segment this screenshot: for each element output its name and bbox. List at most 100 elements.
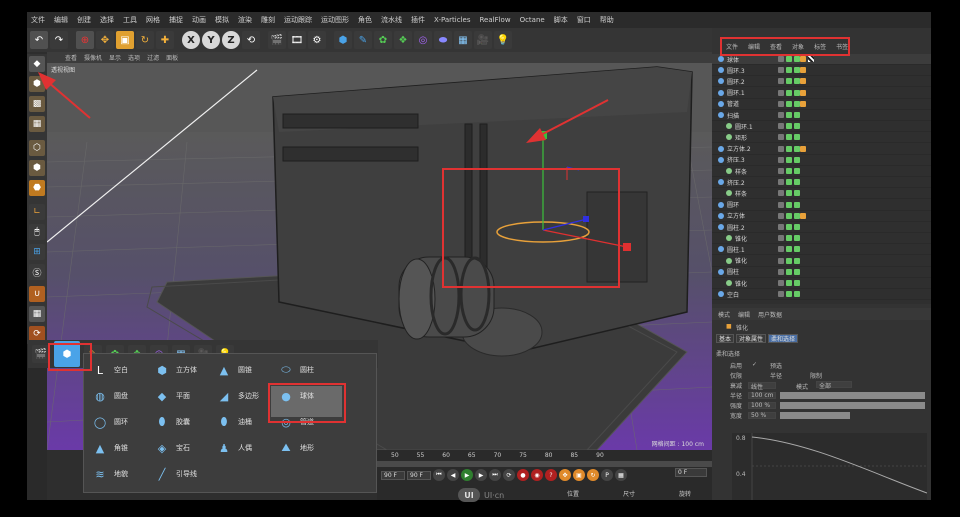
next-key-button[interactable]: ▶: [475, 469, 487, 481]
viewport-menu-item-2[interactable]: 显示: [109, 53, 121, 62]
popup-item-figure[interactable]: ♟ 人偶: [216, 440, 252, 456]
object-visibility-toggles[interactable]: [778, 89, 800, 96]
popup-item-null[interactable]: L 空白: [92, 362, 128, 378]
enabled-check-icon[interactable]: [786, 156, 792, 163]
cube-object-button[interactable]: ⬢: [334, 31, 352, 49]
popup-item-capsule[interactable]: ⬮ 胶囊: [154, 414, 190, 430]
param-key-button[interactable]: P: [601, 469, 613, 481]
grid-button[interactable]: ▦: [29, 306, 45, 322]
array-button[interactable]: ❖: [394, 31, 412, 49]
object-manager-menu-item-5[interactable]: 书签: [836, 42, 848, 52]
redo-button[interactable]: ↷: [50, 31, 68, 49]
timeline-tick-0[interactable]: 50: [391, 452, 399, 461]
menu-item-12[interactable]: 运动图形: [321, 15, 349, 25]
object-row[interactable]: 样条: [712, 188, 931, 200]
editor-visibility-dot[interactable]: [778, 168, 784, 174]
tag-icon[interactable]: [800, 56, 806, 62]
attr-row-field[interactable]: 50 %: [748, 412, 776, 419]
object-row[interactable]: 圆柱.2: [712, 222, 931, 233]
object-visibility-toggles[interactable]: [778, 268, 800, 275]
enabled-check-icon[interactable]: [786, 201, 792, 208]
attr-row-slider[interactable]: [780, 392, 925, 399]
coord-header-2[interactable]: 旋转: [679, 489, 691, 498]
render-settings-button[interactable]: ⚙: [308, 31, 326, 49]
menu-item-13[interactable]: 角色: [358, 15, 372, 25]
menu-item-9[interactable]: 渲染: [238, 15, 252, 25]
menu-item-7[interactable]: 动画: [192, 15, 206, 25]
object-row[interactable]: 锥化: [712, 256, 931, 267]
object-row[interactable]: 挤压.2: [712, 177, 931, 189]
editor-visibility-dot[interactable]: [778, 112, 784, 118]
editor-visibility-dot[interactable]: [778, 134, 784, 141]
y-axis-button[interactable]: Y: [202, 31, 220, 49]
render-check-icon[interactable]: [794, 257, 800, 264]
go-to-end-button[interactable]: ⏭: [489, 469, 501, 481]
object-row[interactable]: 圆环: [712, 200, 931, 211]
render-check-icon[interactable]: [794, 179, 800, 186]
attribute-menu-item-1[interactable]: 编辑: [738, 310, 750, 319]
recent-tool-button[interactable]: ✚: [156, 31, 174, 49]
workplane-button[interactable]: ▦: [29, 116, 45, 132]
menu-item-14[interactable]: 流水线: [381, 15, 402, 25]
axis-mode-button[interactable]: ∟: [29, 204, 45, 220]
object-manager-menu-item-3[interactable]: 对象: [792, 42, 804, 52]
play-button[interactable]: ▶: [461, 469, 473, 481]
object-row[interactable]: 样条: [712, 166, 931, 177]
object-visibility-toggles[interactable]: [778, 123, 800, 130]
editor-visibility-dot[interactable]: [778, 190, 784, 197]
object-visibility-toggles[interactable]: [778, 56, 800, 62]
enabled-check-icon[interactable]: [786, 235, 792, 242]
scale-tool-button[interactable]: ▣: [116, 31, 134, 49]
subdivision-button[interactable]: ✿: [374, 31, 392, 49]
object-row[interactable]: 圆环.1: [712, 88, 931, 99]
menu-item-11[interactable]: 运动跟踪: [284, 15, 312, 25]
menu-item-2[interactable]: 创建: [77, 15, 91, 25]
camera-button[interactable]: 🎥: [474, 31, 492, 49]
polygons-mode-button[interactable]: ⬣: [29, 180, 45, 196]
menu-item-6[interactable]: 捕捉: [169, 15, 183, 25]
enabled-check-icon[interactable]: [786, 246, 792, 253]
object-manager-menu-item-2[interactable]: 查看: [770, 42, 782, 52]
render-check-icon[interactable]: [794, 168, 800, 174]
menu-item-4[interactable]: 工具: [123, 15, 137, 25]
texture-mode-button[interactable]: ▩: [29, 96, 45, 112]
tweak-mode-button[interactable]: 🖱: [29, 224, 45, 240]
scale-key-button[interactable]: ▣: [573, 469, 585, 481]
object-row[interactable]: 管道: [712, 99, 931, 110]
falloff-curve[interactable]: 0.8 0.4: [732, 433, 927, 500]
editor-visibility-dot[interactable]: [778, 123, 784, 130]
end-frame-field[interactable]: 90 F: [381, 470, 405, 480]
editor-visibility-dot[interactable]: [778, 280, 784, 286]
menu-item-5[interactable]: 网格: [146, 15, 160, 25]
menu-item-21[interactable]: 帮助: [600, 15, 614, 25]
editor-visibility-dot[interactable]: [778, 291, 784, 298]
editor-visibility-dot[interactable]: [778, 224, 784, 230]
attr-subtab-0[interactable]: 基本: [716, 334, 735, 343]
enabled-check-icon[interactable]: [786, 145, 792, 152]
timeline-scrubber[interactable]: [377, 461, 712, 467]
object-visibility-toggles[interactable]: [778, 201, 800, 208]
popup-item-terrain[interactable]: ⛰ 地形: [278, 440, 314, 456]
object-visibility-toggles[interactable]: [778, 224, 800, 230]
object-row[interactable]: 球体: [712, 54, 931, 65]
menu-item-17[interactable]: RealFlow: [479, 16, 510, 24]
editor-visibility-dot[interactable]: [778, 257, 784, 264]
render-check-icon[interactable]: [794, 156, 800, 163]
object-row[interactable]: 矩形: [712, 132, 931, 144]
attr-row-field[interactable]: 线性: [748, 382, 776, 391]
object-visibility-toggles[interactable]: [778, 145, 800, 152]
render-check-icon[interactable]: [794, 134, 800, 141]
popup-item-tube[interactable]: ◎ 管道: [278, 414, 314, 430]
object-visibility-toggles[interactable]: [778, 190, 800, 197]
enabled-check-icon[interactable]: [786, 268, 792, 275]
timeline-tick-1[interactable]: 55: [417, 452, 425, 461]
object-row[interactable]: 圆环.3: [712, 65, 931, 77]
editor-visibility-dot[interactable]: [778, 179, 784, 186]
timeline-tick-2[interactable]: 60: [442, 452, 450, 461]
deformer-button[interactable]: ◎: [414, 31, 432, 49]
editor-visibility-dot[interactable]: [778, 78, 784, 85]
symmetry-button[interactable]: Ⓢ: [29, 264, 45, 280]
viewport-menu-item-5[interactable]: 面板: [166, 53, 178, 62]
rotate-tool-button[interactable]: ↻: [136, 31, 154, 49]
attr-row-field[interactable]: 100 cm: [748, 392, 776, 399]
